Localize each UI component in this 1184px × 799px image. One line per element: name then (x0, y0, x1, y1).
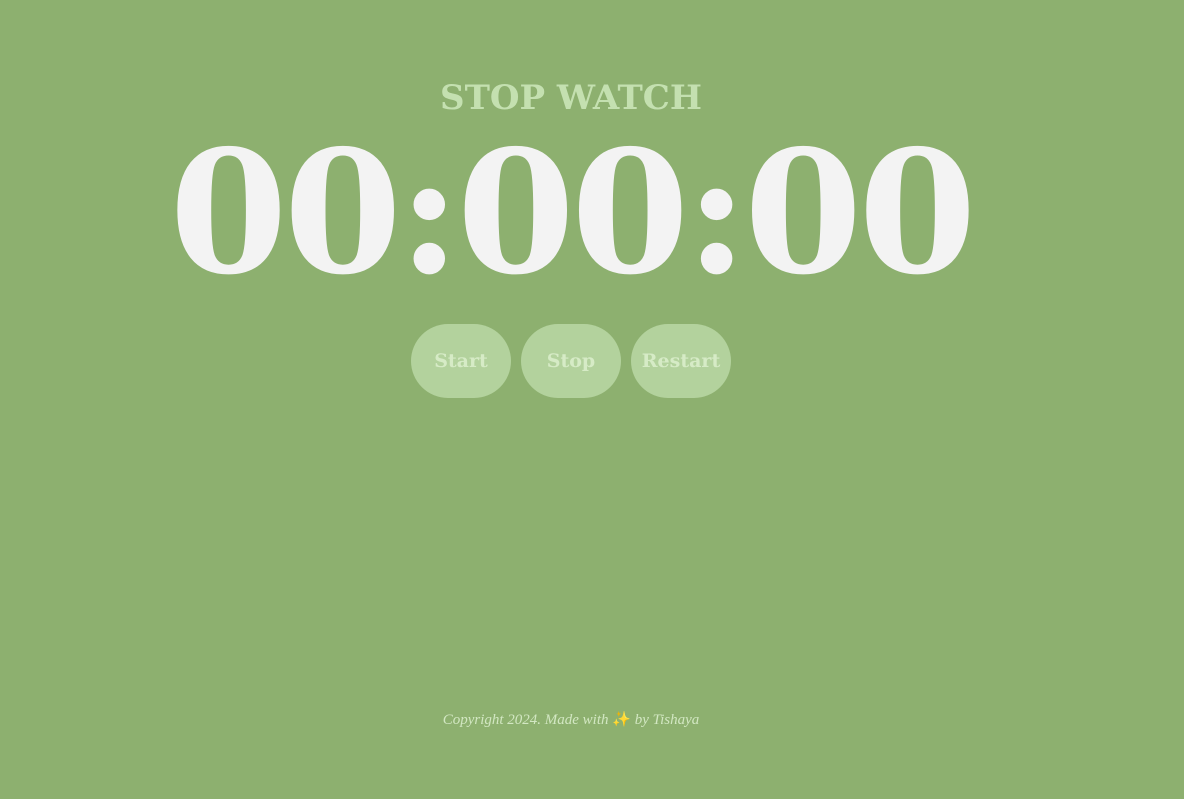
start-button[interactable]: Start (411, 324, 511, 398)
sparkles-icon: ✨ (612, 712, 631, 728)
control-buttons: Start Stop Restart (411, 324, 731, 398)
footer-credit: Copyright 2024. Made with ✨ by Tishaya (0, 710, 1142, 729)
page-title: STOP WATCH (440, 78, 702, 118)
stop-button[interactable]: Stop (521, 324, 621, 398)
footer-prefix: Copyright 2024. Made with (442, 712, 613, 728)
restart-button[interactable]: Restart (631, 324, 731, 398)
timer-display: 00:00:00 (169, 113, 976, 313)
footer-suffix: by Tishaya (634, 712, 700, 728)
